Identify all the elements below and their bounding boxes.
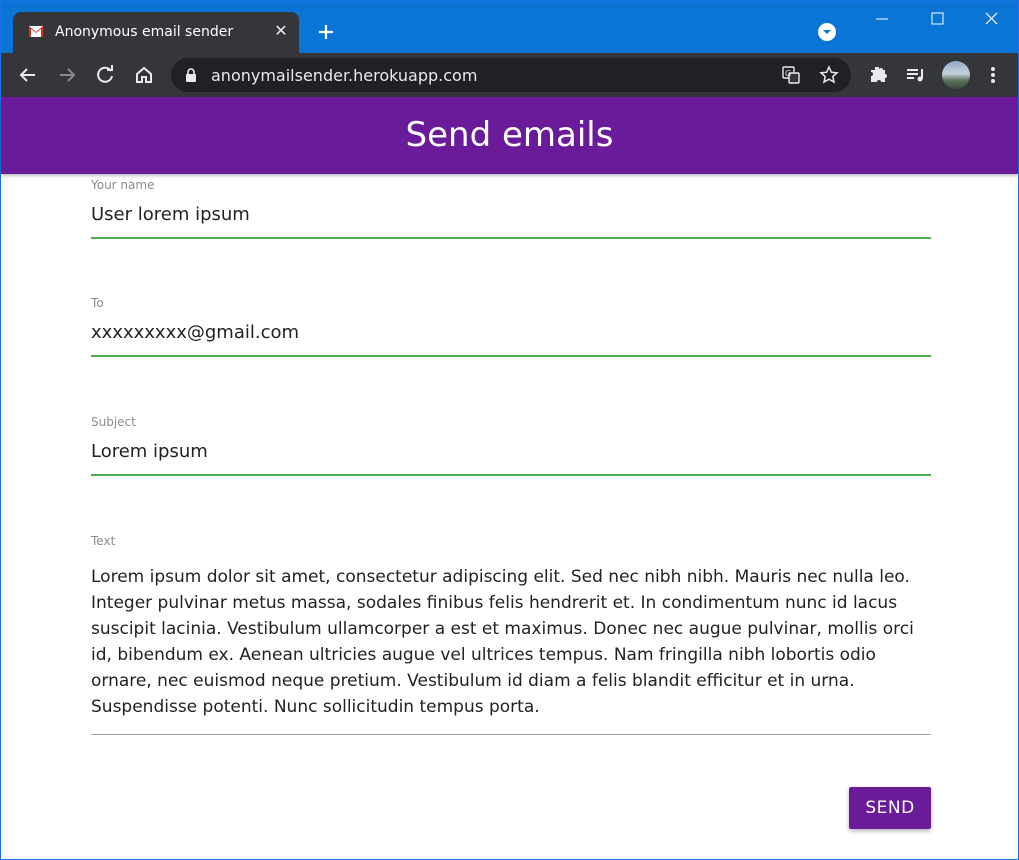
close-window-icon[interactable] bbox=[964, 1, 1018, 37]
new-tab-icon[interactable] bbox=[314, 20, 338, 44]
text-area[interactable]: Lorem ipsum dolor sit amet, consectetur … bbox=[91, 564, 931, 735]
extensions-icon[interactable] bbox=[866, 63, 890, 87]
subject-field: Subject bbox=[91, 415, 931, 476]
browser-tab[interactable]: Anonymous email sender ✕ bbox=[13, 12, 299, 53]
profile-avatar[interactable] bbox=[942, 61, 970, 89]
text-field: Text Lorem ipsum dolor sit amet, consect… bbox=[91, 534, 931, 735]
menu-kebab-icon[interactable] bbox=[981, 63, 1005, 87]
url-text: anonymailsender.herokuapp.com bbox=[211, 66, 478, 85]
address-bar[interactable]: anonymailsender.herokuapp.com G bbox=[171, 58, 851, 92]
home-icon[interactable] bbox=[132, 63, 156, 87]
browser-toolbar: anonymailsender.herokuapp.com G bbox=[1, 53, 1018, 97]
name-field: Your name bbox=[91, 178, 931, 239]
text-label: Text bbox=[91, 534, 116, 548]
to-label: To bbox=[91, 296, 104, 310]
tab-search-icon[interactable] bbox=[818, 23, 836, 41]
to-field: To bbox=[91, 296, 931, 357]
browser-titlebar: Anonymous email sender ✕ bbox=[1, 1, 1018, 53]
close-tab-icon[interactable]: ✕ bbox=[271, 22, 291, 42]
name-input[interactable] bbox=[91, 204, 931, 239]
minimize-icon[interactable] bbox=[855, 1, 909, 37]
maximize-icon[interactable] bbox=[910, 1, 964, 37]
send-button[interactable]: SEND bbox=[849, 787, 931, 829]
media-control-icon[interactable] bbox=[904, 63, 928, 87]
back-icon[interactable] bbox=[16, 63, 40, 87]
svg-text:G: G bbox=[785, 69, 791, 78]
name-label: Your name bbox=[91, 178, 155, 192]
app-header: Send emails bbox=[1, 97, 1018, 174]
translate-icon[interactable]: G bbox=[781, 65, 801, 85]
bookmark-star-icon[interactable] bbox=[819, 65, 839, 85]
tab-title: Anonymous email sender bbox=[55, 24, 234, 40]
subject-input[interactable] bbox=[91, 441, 931, 476]
forward-icon[interactable] bbox=[55, 63, 79, 87]
lock-icon bbox=[186, 68, 196, 82]
to-input[interactable] bbox=[91, 322, 931, 357]
page-title: Send emails bbox=[405, 115, 614, 155]
subject-label: Subject bbox=[91, 415, 136, 429]
gmail-icon bbox=[29, 26, 43, 37]
reload-icon[interactable] bbox=[93, 63, 117, 87]
